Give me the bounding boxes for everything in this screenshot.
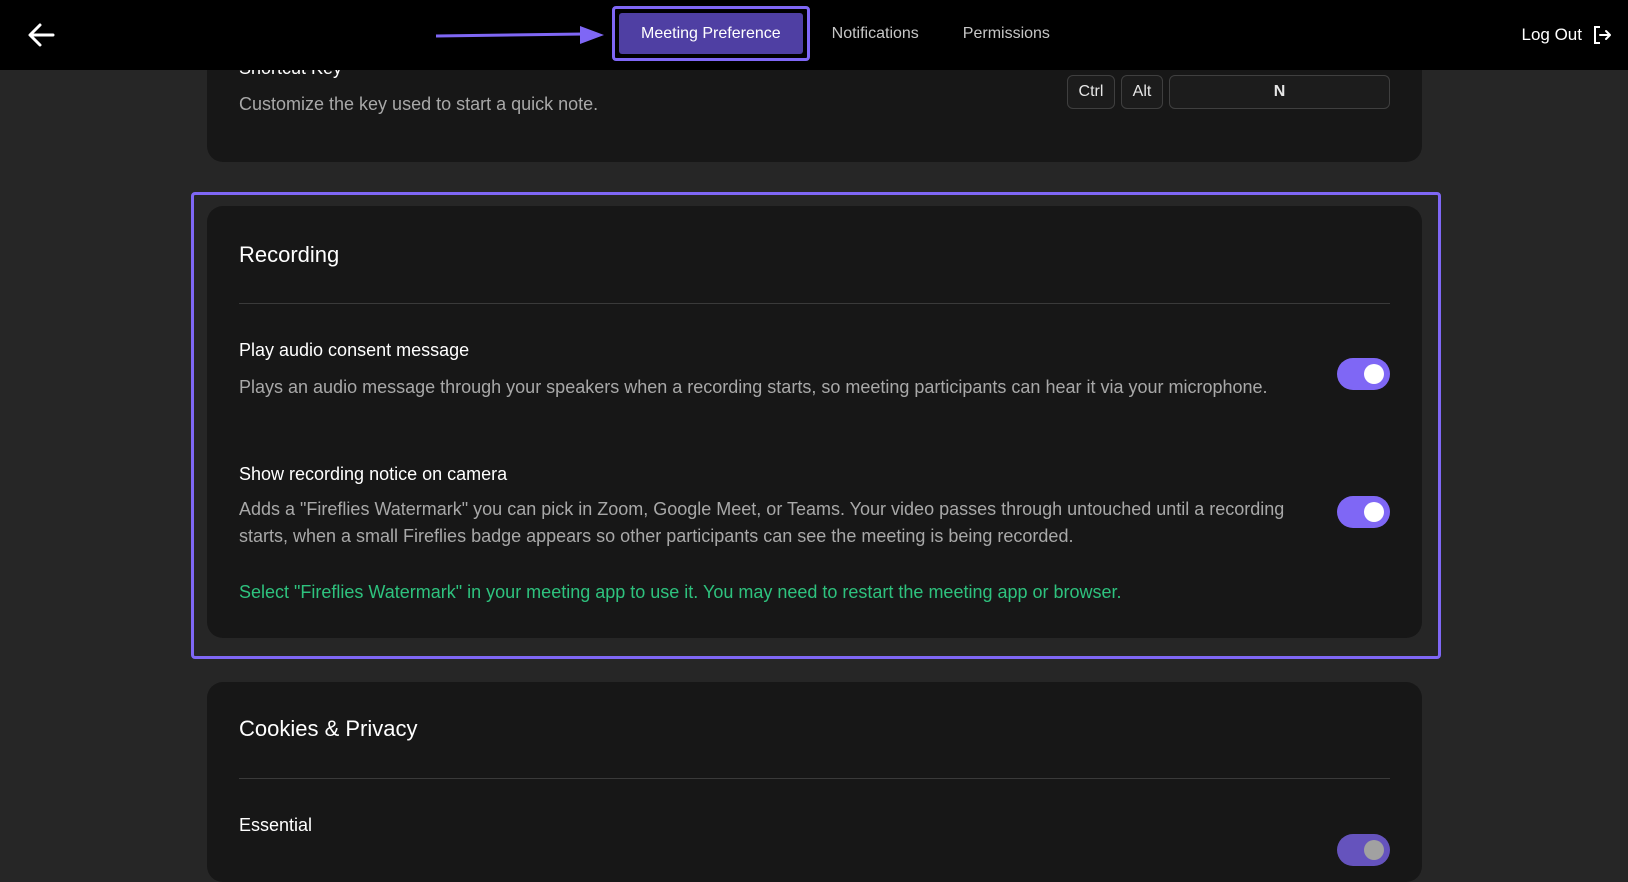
toggle-knob xyxy=(1364,840,1384,860)
key-alt[interactable]: Alt xyxy=(1121,75,1163,109)
tab-permissions[interactable]: Permissions xyxy=(941,14,1072,54)
tab-bar: Meeting Preference Notifications Permiss… xyxy=(612,6,1072,61)
divider xyxy=(239,303,1390,304)
logout-label: Log Out xyxy=(1521,25,1583,44)
recording-notice-description: Adds a "Fireflies Watermark" you can pic… xyxy=(239,499,1285,546)
logout-icon xyxy=(1594,26,1611,44)
key-ctrl[interactable]: Ctrl xyxy=(1067,75,1115,109)
essential-toggle[interactable] xyxy=(1337,834,1390,866)
key-input[interactable]: N xyxy=(1169,75,1390,109)
watermark-note: Select "Fireflies Watermark" in your mee… xyxy=(239,582,1122,602)
recording-notice-title: Show recording notice on camera xyxy=(239,464,508,484)
divider xyxy=(239,778,1390,779)
annotation-arrow-icon xyxy=(435,26,604,44)
essential-title: Essential xyxy=(239,815,313,835)
audio-consent-title: Play audio consent message xyxy=(239,340,470,360)
logout-button[interactable]: Log Out xyxy=(1522,22,1613,48)
toggle-knob xyxy=(1364,364,1384,384)
shortcut-description: Customize the key used to start a quick … xyxy=(239,94,599,114)
cookies-card: Cookies & Privacy Essential xyxy=(207,682,1422,882)
back-arrow-icon[interactable] xyxy=(26,20,56,50)
recording-notice-toggle[interactable] xyxy=(1337,496,1390,528)
tab-notifications[interactable]: Notifications xyxy=(810,14,941,54)
active-tab-highlight: Meeting Preference xyxy=(612,6,810,61)
toggle-knob xyxy=(1364,502,1384,522)
cookies-title: Cookies & Privacy xyxy=(239,716,418,741)
audio-consent-toggle[interactable] xyxy=(1337,358,1390,390)
recording-card: Recording Play audio consent message Pla… xyxy=(207,206,1422,638)
tab-meeting-preference[interactable]: Meeting Preference xyxy=(619,13,803,54)
audio-consent-description: Plays an audio message through your spea… xyxy=(239,377,1268,397)
recording-title: Recording xyxy=(239,242,340,267)
top-bar: Meeting Preference Notifications Permiss… xyxy=(0,0,1628,70)
